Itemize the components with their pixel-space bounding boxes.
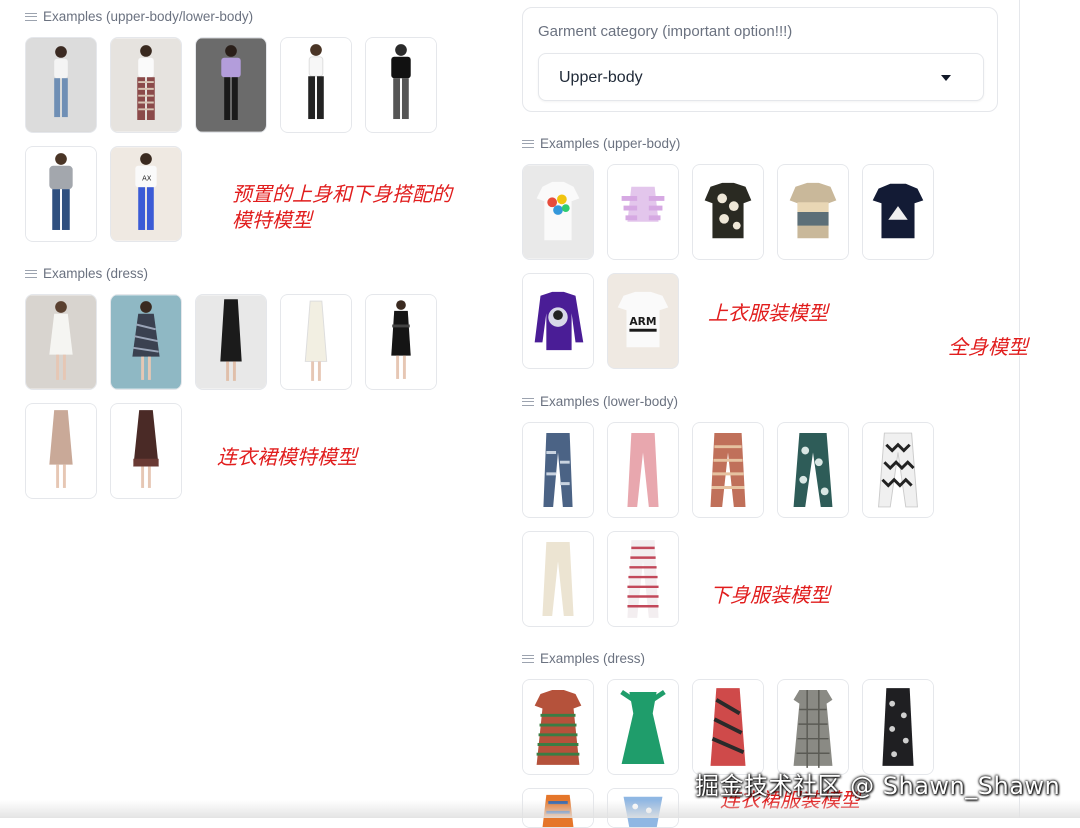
svg-text:AX: AX (142, 174, 152, 182)
bottom-fade (0, 800, 1080, 818)
model-example-thumb[interactable] (280, 37, 352, 133)
upper-garment-thumb[interactable] (607, 164, 679, 260)
dress-garment-thumb[interactable] (607, 679, 679, 775)
lower-garment-thumb[interactable] (522, 422, 594, 518)
annotation-preset-models-line1: 预置的上身和下身搭配的 (232, 182, 452, 206)
dress-garment-thumb[interactable] (692, 679, 764, 775)
lower-garment-thumb[interactable] (692, 422, 764, 518)
annotation-preset-models: 预置的上身和下身搭配的 模特模型 (232, 181, 452, 233)
dress-model-example-thumb[interactable] (195, 294, 267, 390)
svg-text:ARM: ARM (629, 315, 656, 328)
annotation-lower-garments: 下身服装模型 (710, 583, 830, 607)
dress-model-example-thumb[interactable] (365, 294, 437, 390)
upper-garment-thumb[interactable] (522, 164, 594, 260)
examples-dress-header: Examples (dress) (522, 651, 645, 666)
model-example-thumb[interactable] (25, 37, 97, 133)
examples-dress-models-label: Examples (dress) (43, 266, 149, 281)
garment-category-value: Upper-body (559, 69, 643, 86)
model-example-thumb[interactable]: AX (110, 146, 182, 242)
garment-category-card: Garment category (important option!!!) U… (522, 7, 998, 112)
examples-models-header: Examples (upper-body/lower-body) (25, 9, 253, 24)
caret-down-icon (941, 75, 951, 81)
upper-garment-thumb[interactable] (522, 273, 594, 369)
model-example-thumb[interactable] (110, 37, 182, 133)
upper-garment-thumb[interactable]: ARM (607, 273, 679, 369)
examples-upper-header: Examples (upper-body) (522, 136, 680, 151)
examples-lower-label: Examples (lower-body) (540, 394, 679, 409)
upper-garment-thumb[interactable] (777, 164, 849, 260)
examples-models-label: Examples (upper-body/lower-body) (43, 9, 254, 24)
examples-dress-label: Examples (dress) (540, 651, 646, 666)
annotation-preset-models-line2: 模特模型 (232, 208, 312, 232)
lower-garment-thumb[interactable] (607, 531, 679, 627)
list-icon (522, 139, 534, 149)
list-icon (25, 269, 37, 279)
dress-garment-thumb[interactable] (862, 679, 934, 775)
list-icon (25, 12, 37, 22)
list-icon (522, 397, 534, 407)
dress-model-example-thumb[interactable] (280, 294, 352, 390)
examples-dress-models-header: Examples (dress) (25, 266, 148, 281)
annotation-upper-garments: 上衣服装模型 (708, 301, 828, 325)
upper-garment-thumb[interactable] (692, 164, 764, 260)
dress-garment-thumb[interactable] (777, 679, 849, 775)
dress-model-example-thumb[interactable] (25, 403, 97, 499)
dress-model-example-thumb[interactable] (110, 294, 182, 390)
list-icon (522, 654, 534, 664)
dress-garment-thumb[interactable] (522, 679, 594, 775)
examples-lower-header: Examples (lower-body) (522, 394, 678, 409)
model-example-thumb[interactable] (365, 37, 437, 133)
model-example-thumb[interactable] (25, 146, 97, 242)
dress-model-example-thumb[interactable] (25, 294, 97, 390)
lower-garment-thumb[interactable] (862, 422, 934, 518)
garment-category-dropdown[interactable]: Upper-body (538, 53, 984, 101)
upper-garment-thumb[interactable] (862, 164, 934, 260)
model-example-thumb[interactable] (195, 37, 267, 133)
lower-garment-thumb[interactable] (522, 531, 594, 627)
annotation-full-body: 全身模型 (948, 335, 1028, 359)
lower-garment-thumb[interactable] (777, 422, 849, 518)
watermark: 掘金技术社区 @ Shawn_Shawn (695, 772, 1061, 800)
lower-garment-thumb[interactable] (607, 422, 679, 518)
panel-divider (1019, 0, 1020, 818)
examples-upper-label: Examples (upper-body) (540, 136, 681, 151)
annotation-dress-models: 连衣裙模特模型 (217, 445, 357, 469)
garment-category-label: Garment category (important option!!!) (538, 23, 793, 40)
dress-model-example-thumb[interactable] (110, 403, 182, 499)
